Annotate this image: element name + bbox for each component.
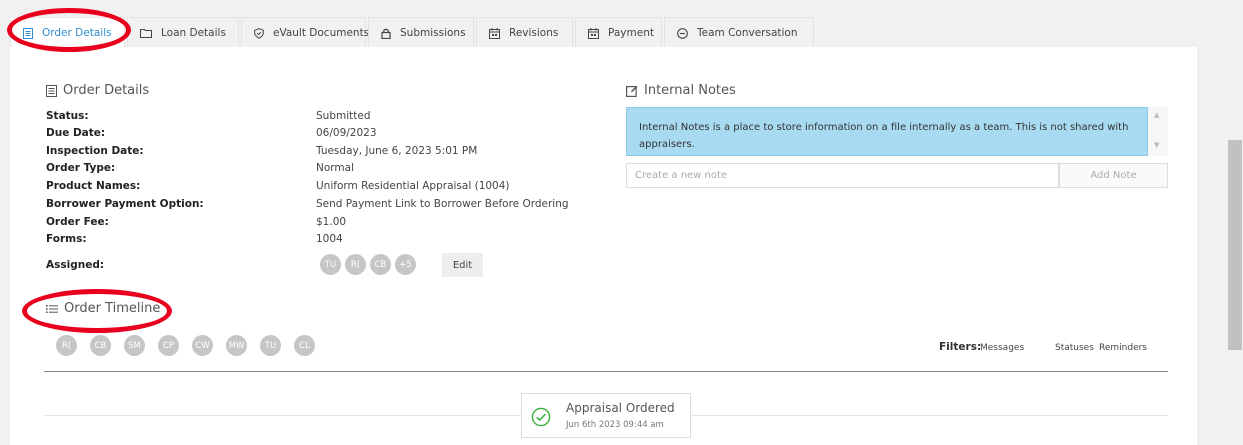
- field-label: Due Date:: [46, 127, 106, 139]
- scrollbar-thumb[interactable]: [1228, 140, 1242, 350]
- tab-team-conversation[interactable]: Team Conversation: [664, 17, 814, 48]
- assigned-label: Assigned:: [46, 259, 105, 271]
- calendar-icon: [588, 27, 599, 39]
- top-strip: [0, 0, 1227, 12]
- avatar[interactable]: TU: [260, 335, 281, 356]
- event-time: Jun 6th 2023 09:44 am: [566, 420, 664, 430]
- filter-statuses[interactable]: Statuses: [1055, 343, 1094, 353]
- shield-icon: [254, 27, 264, 39]
- notes-scrollbar[interactable]: ▲ ▼: [1148, 107, 1168, 156]
- scroll-up-icon[interactable]: ▲: [1154, 111, 1159, 119]
- field-value: Uniform Residential Appraisal (1004): [316, 180, 510, 192]
- tab-label: Loan Details: [161, 27, 226, 39]
- filters-label: Filters:: [939, 341, 982, 353]
- avatar[interactable]: CB: [90, 335, 111, 356]
- tab-label: Payment: [608, 27, 654, 39]
- filter-reminders[interactable]: Reminders: [1099, 343, 1147, 353]
- avatar[interactable]: CP: [158, 335, 179, 356]
- field-label: Order Type:: [46, 162, 116, 174]
- field-label: Borrower Payment Option:: [46, 198, 204, 210]
- edit-assigned-button[interactable]: Edit: [442, 253, 483, 277]
- tab-revisions[interactable]: Revisions: [476, 17, 573, 48]
- avatar[interactable]: MW: [226, 335, 247, 356]
- lock-icon: [381, 28, 391, 39]
- more-assignees-badge[interactable]: +5: [395, 254, 416, 275]
- field-value: 06/09/2023: [316, 127, 377, 139]
- internal-notes-title: Internal Notes: [626, 83, 736, 98]
- tab-submissions[interactable]: Submissions: [368, 17, 474, 48]
- add-note-button[interactable]: Add Note: [1059, 163, 1168, 188]
- highlight-ring-order-details-tab: [7, 8, 131, 52]
- calendar-icon: [489, 27, 500, 39]
- field-value: Send Payment Link to Borrower Before Ord…: [316, 198, 569, 210]
- avatar[interactable]: R(: [345, 254, 366, 275]
- field-value: Tuesday, June 6, 2023 5:01 PM: [316, 145, 478, 157]
- order-details-title: Order Details: [46, 83, 149, 98]
- field-value: Submitted: [316, 110, 371, 122]
- avatar[interactable]: CW: [192, 335, 213, 356]
- section-title-text: Internal Notes: [644, 83, 736, 98]
- tab-label: Submissions: [400, 27, 466, 39]
- chat-icon: [677, 27, 688, 39]
- tab-label: Revisions: [509, 27, 559, 39]
- field-value: 1004: [316, 233, 343, 245]
- internal-notes-info: Internal Notes is a place to store infor…: [626, 107, 1148, 156]
- field-label: Order Fee:: [46, 216, 109, 228]
- tab-loan-details[interactable]: Loan Details: [127, 17, 239, 48]
- field-label: Status:: [46, 110, 89, 122]
- timeline-event-card[interactable]: Appraisal Ordered Jun 6th 2023 09:44 am: [521, 393, 691, 438]
- tab-payment[interactable]: Payment: [575, 17, 662, 48]
- field-value: Normal: [316, 162, 354, 174]
- tab-evault-documents[interactable]: eVault Documents: [241, 17, 370, 48]
- tab-bar: Order Details Loan Details eVault Docume…: [10, 17, 816, 48]
- section-title-text: Order Details: [63, 83, 150, 98]
- avatar[interactable]: TU: [320, 254, 341, 275]
- check-circle-icon: [531, 407, 551, 430]
- tab-label: eVault Documents: [273, 27, 370, 39]
- form-icon: [46, 84, 57, 97]
- filter-messages[interactable]: Messages: [980, 343, 1024, 353]
- avatar[interactable]: R(: [56, 335, 77, 356]
- field-value: $1.00: [316, 216, 347, 228]
- new-note-input[interactable]: [626, 163, 1059, 188]
- page-scrollbar[interactable]: [1227, 0, 1243, 445]
- tab-label: Team Conversation: [697, 27, 798, 39]
- avatar[interactable]: CL: [294, 335, 315, 356]
- field-label: Inspection Date:: [46, 145, 144, 157]
- scroll-down-icon[interactable]: ▼: [1154, 141, 1159, 149]
- field-label: Product Names:: [46, 180, 141, 192]
- folder-icon: [140, 28, 152, 38]
- field-label: Forms:: [46, 233, 87, 245]
- event-title: Appraisal Ordered: [566, 401, 675, 415]
- avatar[interactable]: CB: [370, 254, 391, 275]
- edit-note-icon: [626, 85, 638, 97]
- timeline-divider: [44, 371, 1168, 372]
- avatar[interactable]: SM: [124, 335, 145, 356]
- highlight-ring-order-timeline: [22, 289, 172, 333]
